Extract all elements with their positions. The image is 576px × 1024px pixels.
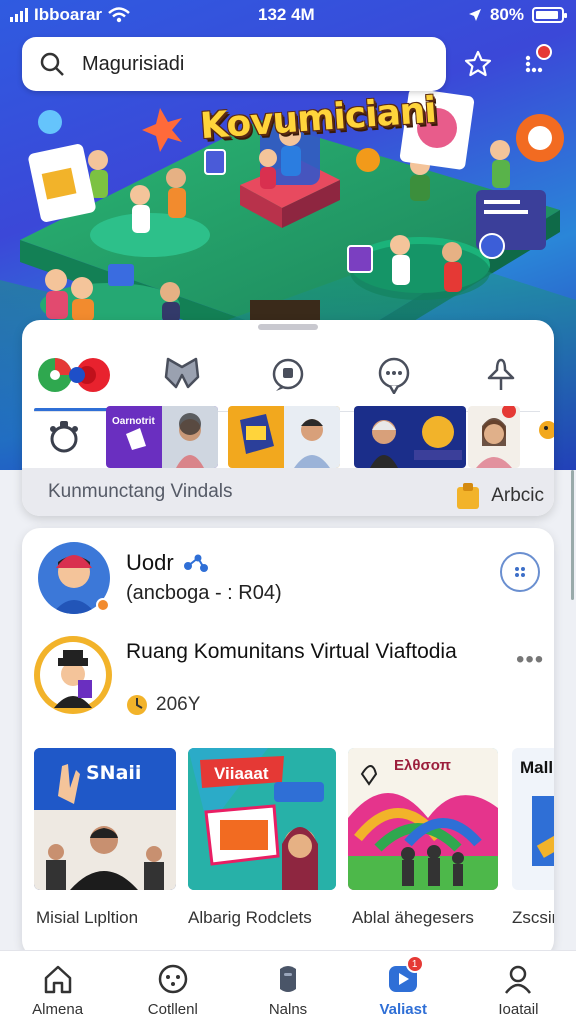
thumbnail-partial[interactable]: Mall <box>512 748 554 890</box>
status-bar: Ibboarar 132 4M 80% <box>0 0 576 30</box>
wifi-icon <box>108 7 130 23</box>
molecule-icon <box>183 554 208 572</box>
face-icon <box>158 964 188 994</box>
nav-label: Ioatail <box>498 1001 539 1018</box>
message-dots-icon <box>379 357 410 394</box>
location-arrow-icon <box>468 9 481 21</box>
community-action-label: Arbcic <box>491 485 544 506</box>
four-dots-icon <box>515 567 525 577</box>
nav-home[interactable]: Almena <box>0 951 115 1024</box>
story-card[interactable] <box>468 406 520 468</box>
nav-badge: 1 <box>405 955 424 973</box>
thumbnail-caption: Zscsir <box>512 908 554 927</box>
add-story-button[interactable] <box>40 406 88 468</box>
nav-label: Cotllenl <box>147 1001 198 1018</box>
community-bar[interactable]: Kunmunctang Vindals Arbcic <box>22 468 554 516</box>
nav-community[interactable]: Cotllenl <box>115 951 230 1024</box>
online-indicator <box>96 598 110 612</box>
story-card[interactable] <box>354 406 466 468</box>
thumbnail-caption: Albarig Rodclets <box>188 908 312 927</box>
thumbnail-caption: Misial Lιpltion <box>36 908 139 927</box>
phone-icon <box>280 966 296 992</box>
favorites-button[interactable] <box>456 42 500 86</box>
thumbnail-overlay: SNaii <box>86 762 142 784</box>
stories-row: Oarnotrit <box>22 406 554 468</box>
bell-ring-icon <box>50 421 78 453</box>
post-more-button[interactable]: ••• <box>516 646 544 674</box>
user-subtitle: (ancboga - : R04) <box>126 582 282 604</box>
signal-icon <box>10 8 28 22</box>
gift-bag-icon <box>457 483 480 509</box>
nav-profile[interactable]: Ioatail <box>461 951 576 1024</box>
post-title: Ruang Komunitans Virtual Viaftodia <box>126 640 457 663</box>
nav-videos[interactable]: 1 Valiast <box>346 951 461 1024</box>
post-meta: 206Y <box>126 694 200 716</box>
tab-butterfly[interactable] <box>128 338 234 412</box>
user-name: Uodr <box>126 550 174 575</box>
clock: 132 4M <box>258 5 315 24</box>
user-options-button[interactable] <box>500 552 540 592</box>
tab-chat[interactable] <box>235 338 341 412</box>
clock-icon <box>127 695 147 715</box>
battery-icon <box>532 7 567 23</box>
chat-bubble-icon <box>272 358 304 391</box>
thumbnail[interactable]: Viiaaat <box>188 748 336 890</box>
search-input[interactable] <box>82 52 422 76</box>
search-icon <box>22 51 82 77</box>
nav-calls[interactable]: Nalns <box>230 951 345 1024</box>
thumbnail[interactable]: Eλθσοπ <box>348 748 498 890</box>
scrollbar[interactable] <box>571 470 574 600</box>
notification-badge <box>536 44 552 60</box>
story-card[interactable]: Oarnotrit <box>106 406 218 468</box>
carrier-label: Ibboarar <box>34 5 103 24</box>
story-card-partial[interactable] <box>530 406 554 468</box>
thumbnail-caption: Ablal ähegesers <box>352 908 474 927</box>
category-tabs <box>22 338 554 412</box>
tab-pin[interactable] <box>448 338 554 412</box>
story-card[interactable] <box>228 406 340 468</box>
post-meta-value: 206Y <box>156 694 201 715</box>
star-icon <box>464 50 492 77</box>
home-icon <box>44 965 71 994</box>
bottom-navigation: Almena Cotllenl Nalns 1 Valiast Ioatail <box>0 950 576 1024</box>
tab-colors[interactable] <box>22 338 139 412</box>
thumbnail-overlay: Eλθσοπ <box>394 757 451 774</box>
nav-label: Nalns <box>268 1001 308 1018</box>
thumbnail-overlay: Mall <box>520 758 554 777</box>
feed-card: Uodr (ancboga - : R04) Ruang Komunitans … <box>22 528 554 958</box>
apps-menu-button[interactable] <box>512 42 556 86</box>
profile-icon <box>505 965 532 994</box>
post-avatar[interactable] <box>34 636 112 714</box>
thumbnail[interactable]: SNaii <box>34 748 176 890</box>
nav-label: Valiast <box>379 1001 427 1018</box>
multicolor-circles-icon <box>38 358 111 392</box>
nav-label: Almena <box>32 1001 84 1018</box>
user-name-row: Uodr <box>126 550 210 576</box>
community-panel: Oarnotrit Kunmunctang Vindals Arbcic <box>22 320 554 516</box>
thumbnail-overlay: Viiaaat <box>214 764 269 783</box>
butterfly-icon <box>164 357 199 389</box>
tab-messages[interactable] <box>341 338 447 412</box>
community-label: Kunmunctang Vindals <box>48 481 233 502</box>
search-bar[interactable] <box>22 37 446 91</box>
pin-icon <box>487 358 515 390</box>
community-action[interactable]: Arbcic <box>455 481 544 511</box>
drag-handle[interactable] <box>258 324 318 330</box>
battery-percent: 80% <box>489 5 524 24</box>
